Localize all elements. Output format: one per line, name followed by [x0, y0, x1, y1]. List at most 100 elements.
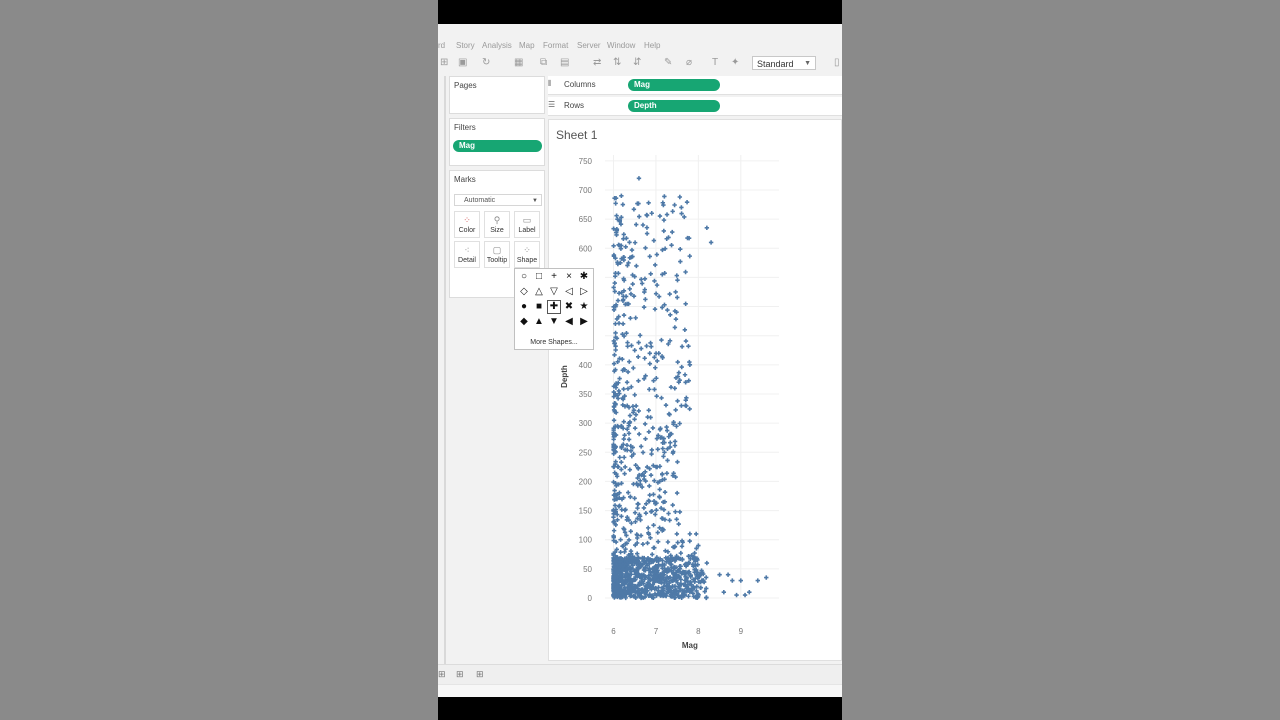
toolbar: ⊞ ▣ ↻ ▦ ⧉ ▤ ⇄ ⇅ ⇵ ✎ ⌀ T ✦ Standard ▼ ▯: [438, 54, 842, 74]
data-point: [653, 512, 658, 517]
data-point: [717, 572, 722, 577]
menu-item-server[interactable]: Server: [577, 41, 601, 50]
y-tick-label: 200: [579, 477, 593, 486]
shape-option-triangle-left[interactable]: ◁: [562, 285, 576, 299]
menu-item-window[interactable]: Window: [607, 41, 635, 50]
detail-button[interactable]: ⁖ Detail: [454, 241, 480, 268]
data-point: [619, 467, 624, 472]
data-point: [642, 356, 647, 361]
data-point: [624, 380, 630, 385]
shape-option-cross[interactable]: ×: [562, 270, 576, 284]
rows-shelf-label: Rows: [564, 101, 585, 110]
shape-option-plus[interactable]: +: [547, 270, 561, 284]
pin-icon[interactable]: ✦: [731, 56, 739, 70]
data-point: [668, 440, 673, 445]
data-point: [742, 592, 748, 598]
shape-option-asterisk[interactable]: ✱: [577, 270, 591, 284]
highlight-icon[interactable]: ✎: [664, 56, 672, 70]
swap-icon[interactable]: ⇄: [593, 56, 601, 70]
tableau-app: rd Story Analysis Map Format Server Wind…: [438, 24, 842, 697]
shape-option-filled-circle[interactable]: ●: [517, 300, 531, 314]
shape-option-filled-triangle-down[interactable]: ▼: [547, 315, 561, 329]
shape-button[interactable]: ⁘ Shape: [514, 241, 540, 268]
new-sheet-icon[interactable]: ⊞: [456, 669, 464, 680]
worksheet-view[interactable]: Sheet 1 05010015020025030035040045050055…: [548, 119, 842, 661]
rows-shelf: ☰ Rows Depth: [548, 97, 842, 116]
data-point: [667, 412, 672, 417]
data-point: [659, 395, 664, 401]
mark-type-select[interactable]: Automatic ▼: [454, 194, 542, 206]
shape-option-filled-triangle-right[interactable]: ▶: [577, 315, 591, 329]
group-icon[interactable]: ⌀: [686, 56, 692, 70]
data-point: [631, 365, 636, 371]
size-button[interactable]: ⚲ Size: [484, 211, 510, 238]
data-point: [636, 408, 641, 414]
save-icon[interactable]: ▣: [458, 56, 467, 70]
data-point: [673, 317, 679, 322]
shape-option-triangle-down[interactable]: ▽: [547, 285, 561, 299]
shape-option-filled-plus[interactable]: ✚: [547, 300, 561, 314]
data-point: [636, 431, 642, 437]
new-worksheet-icon[interactable]: ▦: [514, 56, 523, 70]
shape-option-filled-triangle-up[interactable]: ▲: [532, 315, 546, 329]
shape-option-triangle-up[interactable]: △: [532, 285, 546, 299]
tooltip-button[interactable]: ▢ Tooltip: [484, 241, 510, 268]
data-point: [651, 522, 656, 528]
label-button[interactable]: ▭ Label: [514, 211, 540, 238]
clear-sheet-icon[interactable]: ▤: [560, 56, 569, 70]
data-point: [683, 338, 689, 344]
label-icon[interactable]: T: [712, 56, 718, 70]
fit-select[interactable]: Standard ▼: [752, 56, 816, 70]
new-dashboard-icon[interactable]: ⊞: [438, 669, 446, 680]
scatter-chart[interactable]: 0501001502002503003504004505005506006507…: [549, 120, 841, 660]
data-point: [626, 431, 632, 436]
filters-card-title: Filters: [454, 123, 476, 132]
data-point: [639, 277, 644, 282]
data-point: [676, 521, 681, 527]
menu-item-dashboard[interactable]: rd: [438, 41, 445, 50]
menu-item-format[interactable]: Format: [543, 41, 568, 50]
shape-option-square[interactable]: □: [532, 270, 546, 284]
x-tick-label: 7: [654, 627, 659, 636]
shape-option-filled-triangle-left[interactable]: ◀: [562, 315, 576, 329]
data-point: [640, 541, 646, 547]
menu-item-map[interactable]: Map: [519, 41, 535, 50]
shape-option-diamond[interactable]: ◇: [517, 285, 531, 299]
menu-item-story[interactable]: Story: [456, 41, 475, 50]
filter-pill-mag[interactable]: Mag: [453, 140, 542, 152]
new-datasource-icon[interactable]: ⊞: [440, 56, 448, 70]
data-point: [633, 403, 639, 409]
menu-item-help[interactable]: Help: [644, 41, 660, 50]
detail-icon: ⁖: [464, 245, 470, 255]
menu-item-analysis[interactable]: Analysis: [482, 41, 512, 50]
pages-card[interactable]: Pages: [449, 76, 545, 114]
sort-ascending-icon[interactable]: ⇅: [613, 56, 621, 70]
data-point: [639, 281, 645, 286]
new-story-icon[interactable]: ⊞: [476, 669, 484, 680]
data-point: [651, 378, 656, 383]
shape-option-triangle-right[interactable]: ▷: [577, 285, 591, 299]
sort-descending-icon[interactable]: ⇵: [633, 56, 641, 70]
shape-option-filled-cross[interactable]: ✖: [562, 300, 576, 314]
presentation-icon[interactable]: ▯: [834, 56, 840, 70]
more-shapes-link[interactable]: More Shapes...: [515, 339, 593, 346]
shape-option-filled-square[interactable]: ■: [532, 300, 546, 314]
data-point: [670, 502, 675, 508]
color-button[interactable]: ⁘ Color: [454, 211, 480, 238]
shape-option-filled-diamond[interactable]: ◆: [517, 315, 531, 329]
shape-option-circle[interactable]: ○: [517, 270, 531, 284]
data-point: [687, 362, 693, 368]
shape-option-filled-star[interactable]: ★: [577, 300, 591, 314]
filters-card[interactable]: Filters Mag: [449, 118, 545, 166]
data-point: [615, 298, 621, 303]
duplicate-icon[interactable]: ⧉: [540, 56, 547, 70]
data-point: [662, 490, 668, 495]
refresh-icon[interactable]: ↻: [482, 56, 490, 70]
shape-palette-popup: More Shapes... ○ □ + × ✱ ◇ △ ▽ ◁ ▷ ● ■ ✚ ✖ ★ ◆ ▲ ▼ ◀ ▶: [514, 268, 594, 350]
data-point: [665, 458, 670, 463]
data-point: [666, 511, 671, 516]
rows-pill-depth[interactable]: Depth: [628, 100, 720, 112]
columns-pill-mag[interactable]: Mag: [628, 79, 720, 91]
data-point: [643, 436, 648, 442]
data-point: [621, 313, 627, 318]
